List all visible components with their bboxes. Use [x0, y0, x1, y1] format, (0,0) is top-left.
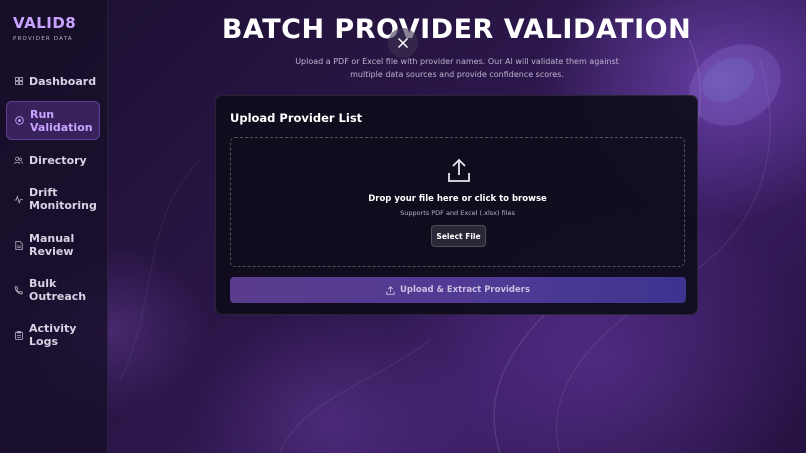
close-button[interactable] — [388, 28, 418, 58]
sidebar-item-label: Manual Review — [29, 232, 75, 258]
sidebar-item-activity-logs[interactable]: Activity Logs — [6, 321, 100, 349]
target-icon — [15, 116, 24, 125]
brand-subtitle: PROVIDER DATA — [13, 36, 73, 42]
upload-extract-label: Upload & Extract Providers — [399, 285, 531, 295]
upload-extract-button[interactable]: Upload & Extract Providers — [230, 277, 686, 303]
upload-icon — [386, 285, 395, 295]
page-subtitle: Upload a PDF or Excel file with provider… — [295, 57, 619, 79]
grid-icon — [14, 77, 23, 86]
sidebar-item-run-validation[interactable]: Run Validation — [6, 101, 100, 140]
users-icon — [14, 156, 23, 165]
clipboard-icon — [14, 330, 23, 340]
sidebar-item-bulk-outreach[interactable]: Bulk Outreach — [6, 276, 100, 304]
sidebar-item-label: Dashboard — [29, 74, 97, 88]
file-dropzone[interactable]: Drop your file here or click to browse S… — [230, 137, 685, 267]
brand: VALID8 PROVIDER DATA — [13, 14, 76, 42]
sidebar-item-manual-review[interactable]: Manual Review — [6, 231, 100, 259]
dropzone-title: Drop your file here or click to browse — [368, 194, 547, 204]
page-title: BATCH PROVIDER VALIDATION — [221, 14, 692, 45]
phone-icon — [14, 285, 23, 295]
sidebar-item-label: Directory — [29, 153, 87, 167]
sidebar-item-label: Activity Logs — [29, 322, 77, 348]
document-icon — [14, 240, 23, 250]
close-icon — [397, 37, 409, 49]
sidebar-item-directory[interactable]: Directory — [6, 153, 100, 167]
sidebar-item-label: Run Validation — [30, 107, 93, 134]
sidebar-item-drift-monitoring[interactable]: Drift Monitoring — [6, 185, 100, 213]
upload-card: Upload Provider List Drop your file here… — [215, 95, 698, 315]
brand-logo-text: VALID8 — [13, 14, 77, 32]
sidebar: VALID8 PROVIDER DATA Dashboard Run Valid… — [0, 0, 108, 453]
dropzone-hint: Supports PDF and Excel (.xlsx) files — [400, 209, 515, 217]
sidebar-item-label: Drift Monitoring — [29, 186, 97, 212]
card-title: Upload Provider List — [230, 111, 363, 125]
sidebar-item-dashboard[interactable]: Dashboard — [6, 74, 100, 88]
upload-icon — [448, 158, 470, 182]
activity-icon — [14, 194, 23, 204]
sidebar-item-label: Bulk Outreach — [29, 277, 87, 303]
select-file-button[interactable]: Select File — [431, 225, 486, 247]
